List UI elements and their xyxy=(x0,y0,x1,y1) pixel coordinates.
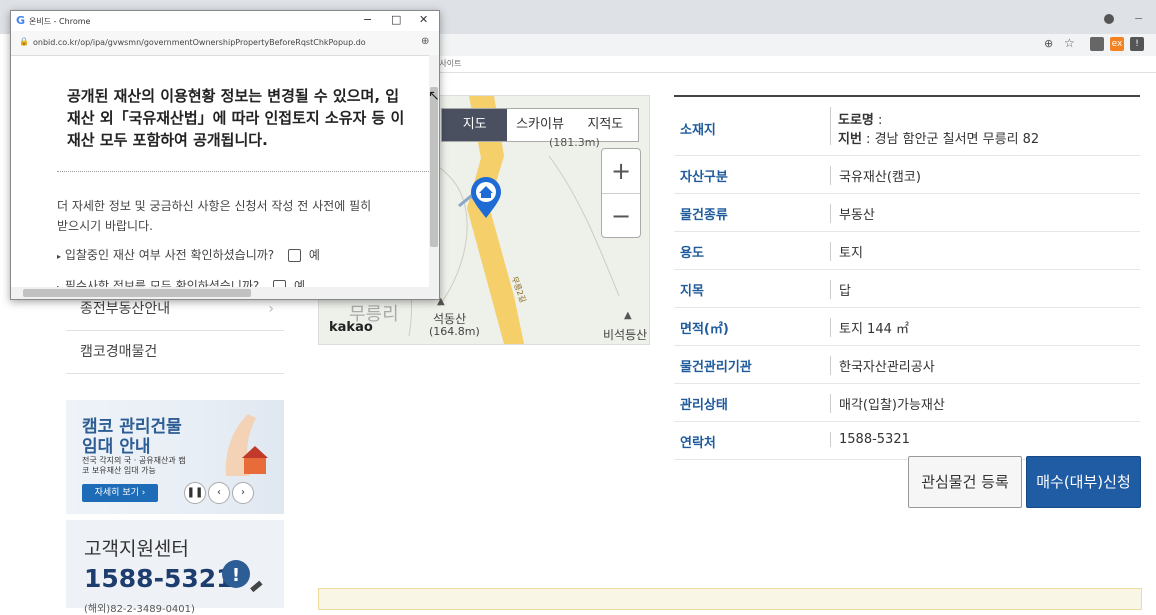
info-value: 매각(입찰)가능재산 xyxy=(830,394,945,413)
lock-icon: 🔒 xyxy=(19,37,29,46)
info-key: 소재지 xyxy=(680,123,716,138)
side-item-label: 종전부동산안내 xyxy=(80,301,171,317)
notice-heading-line-2: 재산 외「국유재산법」에 따라 인접토지 소유자 등 이 xyxy=(67,109,405,127)
mountain-icon: ▲ xyxy=(624,310,632,321)
check-question: 필수사항 정보를 모두 확인하셨습니까? xyxy=(64,279,260,287)
close-icon[interactable]: ✕ xyxy=(419,13,428,26)
check-item-bid-status: ▸ 입찰중인 재산 여부 사전 확인하셨습니까? 예 xyxy=(57,248,320,262)
map-label-right: 비석등산 xyxy=(603,328,648,342)
banner-description: 전국 각지의 국 · 공유재산과 캠코 보유재산 임대 가능 xyxy=(82,456,186,475)
add-interest-button[interactable]: 관심물건 등록 xyxy=(908,456,1022,508)
customer-center-title: 고객지원센터 xyxy=(84,538,189,560)
info-key: 용도 xyxy=(680,246,704,261)
road-address: 도로명 : xyxy=(838,113,883,128)
zoom-icon[interactable]: ⊕ xyxy=(421,36,429,47)
check-question: 입찰중인 재산 여부 사전 확인하셨습니까? xyxy=(64,248,275,262)
maximize-icon[interactable]: □ xyxy=(391,13,401,26)
customer-center: 고객지원센터 1588-5321 (해외)82-2-3489-0401) ! xyxy=(66,520,284,615)
side-menu: 종전부동산안내 › 캠코경매물건 xyxy=(66,288,284,374)
info-key: 연락처 xyxy=(680,436,716,451)
info-key: 물건관리기관 xyxy=(680,360,752,375)
next-icon[interactable]: › xyxy=(232,482,254,504)
info-value: 토지 xyxy=(830,242,863,261)
extension-icon-3[interactable]: ! xyxy=(1130,37,1144,51)
info-value: 답 xyxy=(830,280,851,299)
popup-title: 온비드 - Chrome xyxy=(29,17,91,26)
popup-horizontal-scroll-thumb[interactable] xyxy=(23,289,251,297)
popup-url: onbid.co.kr/op/ipa/gvwsmn/governmentOwne… xyxy=(33,38,366,47)
info-row: 용도 토지 xyxy=(674,232,1140,270)
map-zoom-control: + − xyxy=(601,148,641,238)
map-label-peak-elevation: (164.8m) xyxy=(429,325,480,338)
info-key: 지목 xyxy=(680,284,704,299)
map-type-switch: 지도 스카이뷰 지적도 xyxy=(441,108,639,142)
checkbox-label: 예 xyxy=(308,248,320,262)
pause-icon[interactable]: ❚❚ xyxy=(184,482,206,504)
checkbox-label: 예 xyxy=(293,279,306,287)
info-row-location: 소재지 도로명 : 지번 : 경남 함안군 칠서면 무릉리 82 xyxy=(674,95,1140,156)
check-item-required-info: ▸ 필수사항 정보를 모두 확인하셨습니까? 예 xyxy=(57,277,305,287)
zoom-icon[interactable]: ⊕ xyxy=(1044,37,1053,50)
side-item-kamco-auction[interactable]: 캠코경매물건 xyxy=(66,331,284,374)
tab-map[interactable]: 지도 xyxy=(442,109,508,141)
side-item-label: 캠코경매물건 xyxy=(80,344,158,360)
location-pin-icon[interactable] xyxy=(469,176,503,220)
popup-address-bar[interactable]: 🔒 onbid.co.kr/op/ipa/gvwsmn/governmentOw… xyxy=(11,31,439,56)
customer-center-phone: 1588-5321 xyxy=(84,564,234,593)
info-value: 국유재산(캠코) xyxy=(830,166,921,185)
confirm-popup-window: G 온비드 - Chrome − □ ✕ 🔒 onbid.co.kr/op/ip… xyxy=(10,10,440,300)
notice-detail-line-2: 받으시기 바랍니다. xyxy=(57,219,153,233)
zoom-out-button[interactable]: − xyxy=(602,194,640,238)
property-info-table: 소재지 도로명 : 지번 : 경남 함안군 칠서면 무릉리 82 자산구분 국유재… xyxy=(674,95,1140,460)
info-key: 면적(㎡) xyxy=(680,322,729,337)
info-key: 관리상태 xyxy=(680,398,728,413)
info-value: 1588-5321 xyxy=(830,432,910,447)
popup-vertical-scroll-thumb[interactable] xyxy=(430,87,438,247)
notice-heading-line-1: 공개된 재산의 이용현황 정보는 변경될 수 있으며, 입 xyxy=(67,87,400,105)
info-value: 부동산 xyxy=(830,204,875,223)
info-row: 관리상태 매각(입찰)가능재산 xyxy=(674,384,1140,422)
browser-profile-icon[interactable] xyxy=(1104,14,1114,24)
extension-icon-2[interactable]: ex xyxy=(1110,37,1124,51)
info-key: 물건종류 xyxy=(680,208,728,223)
map-label-elevation-top: (181.3m) xyxy=(549,136,600,149)
headset-icon: ! xyxy=(222,560,263,593)
popup-content: 공개된 재산의 이용현황 정보는 변경될 수 있으며, 입 재산 외「국유재산법… xyxy=(11,55,429,287)
popup-titlebar: G 온비드 - Chrome − □ ✕ xyxy=(11,11,439,32)
kakao-logo: kakao xyxy=(329,320,373,335)
divider xyxy=(57,171,429,172)
info-row: 자산구분 국유재산(캠코) xyxy=(674,156,1140,194)
lot-address: 지번 : 경남 함안군 칠서면 무릉리 82 xyxy=(838,132,1040,147)
banner-title-2: 임대 안내 xyxy=(82,437,151,457)
svg-text:!: ! xyxy=(232,565,240,586)
prev-icon[interactable]: ‹ xyxy=(208,482,230,504)
onbid-logo-icon: G xyxy=(16,14,26,27)
minimize-icon[interactable]: − xyxy=(1134,12,1143,25)
minimize-icon[interactable]: − xyxy=(363,13,372,26)
apply-purchase-button[interactable]: 매수(대부)신청 xyxy=(1026,456,1141,508)
notice-heading-line-3: 재산 모두 포함하여 공개됩니다. xyxy=(67,131,268,149)
extension-icon-1[interactable] xyxy=(1090,37,1104,51)
info-row: 면적(㎡) 토지 144 ㎡ xyxy=(674,308,1140,346)
info-value: 한국자산관리공사 xyxy=(830,356,935,375)
notice-detail-line-1: 더 자세한 정보 및 궁금하신 사항은 신청서 작성 전 사전에 필히 xyxy=(57,199,372,213)
info-row: 지목 답 xyxy=(674,270,1140,308)
info-row: 연락처 1588-5321 xyxy=(674,422,1140,460)
info-key: 자산구분 xyxy=(680,170,728,185)
checkbox-required-info[interactable] xyxy=(273,280,287,287)
hand-house-illustration xyxy=(225,414,268,476)
banner-more-button[interactable]: 자세히 보기 › xyxy=(82,484,158,502)
checkbox-bid-status[interactable] xyxy=(287,249,301,262)
notice-strip xyxy=(318,588,1142,610)
star-icon[interactable]: ☆ xyxy=(1064,36,1075,50)
rental-banner[interactable]: 캠코 관리건물 임대 안내 전국 각지의 국 · 공유재산과 캠코 보유재산 임… xyxy=(66,400,284,514)
mouse-cursor-icon: ↖ xyxy=(428,88,440,104)
info-value: 토지 144 ㎡ xyxy=(830,318,909,337)
info-row: 물건관리기관 한국자산관리공사 xyxy=(674,346,1140,384)
zoom-in-button[interactable]: + xyxy=(602,149,640,194)
info-row: 물건종류 부동산 xyxy=(674,194,1140,232)
bookmarks-bar: 요사이트 xyxy=(430,56,1156,73)
